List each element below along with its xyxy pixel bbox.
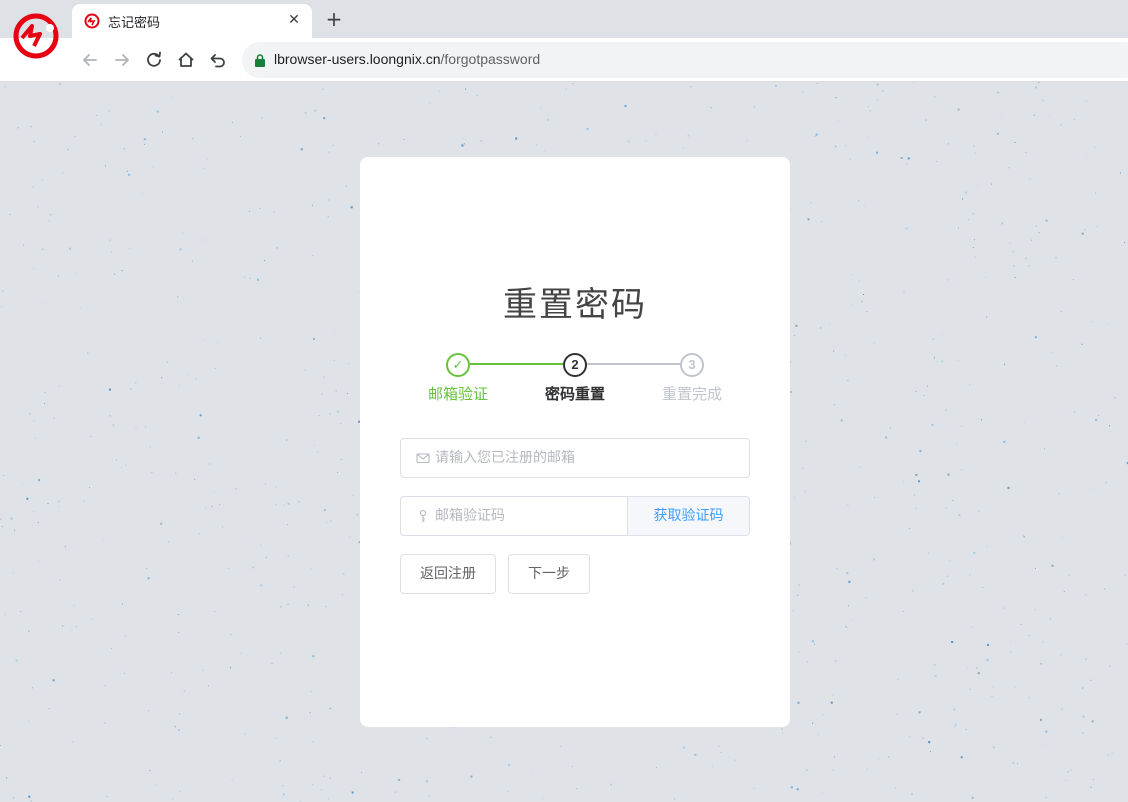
address-bar[interactable]: lbrowser-users.loongnix.cn/forgotpasswor… — [242, 42, 1128, 78]
url-text: lbrowser-users.loongnix.cn/forgotpasswor… — [274, 51, 540, 67]
step-connector — [586, 363, 686, 365]
page-title: 重置密码 — [503, 285, 647, 325]
tab-favicon-icon — [84, 13, 100, 29]
back-arrow-icon[interactable] — [79, 49, 101, 71]
url-host: lbrowser-users.loongnix.cn — [274, 51, 441, 67]
page-background: 重置密码 ✓ 邮箱验证 2 密码重置 3 重置完成 获取验证码 — [0, 82, 1128, 802]
step-label: 邮箱验证 — [427, 385, 488, 403]
new-tab-icon[interactable]: + — [324, 9, 344, 29]
browser-tab[interactable]: 忘记密码 ✕ — [72, 4, 312, 38]
steps-indicator: ✓ 邮箱验证 2 密码重置 3 重置完成 — [360, 347, 790, 407]
reload-icon[interactable] — [143, 49, 165, 71]
back-to-register-button[interactable]: 返回注册 — [400, 554, 496, 594]
browser-logo-icon — [12, 12, 60, 60]
tab-strip: 忘记密码 ✕ + — [0, 0, 1128, 38]
email-field — [400, 438, 750, 478]
step-done-check-icon: ✓ — [446, 353, 470, 377]
get-code-button[interactable]: 获取验证码 — [627, 497, 749, 535]
browser-toolbar: lbrowser-users.loongnix.cn/forgotpasswor… — [0, 38, 1128, 82]
mail-icon — [416, 453, 430, 464]
undo-icon[interactable] — [207, 49, 229, 71]
lock-icon — [255, 54, 265, 67]
key-icon — [419, 509, 427, 522]
forward-arrow-icon[interactable] — [111, 49, 133, 71]
url-path: /forgotpassword — [440, 51, 541, 67]
step-label: 重置完成 — [661, 385, 722, 403]
email-input[interactable] — [435, 439, 735, 477]
step-connector — [470, 363, 570, 365]
tab-title: 忘记密码 — [108, 16, 161, 31]
step-label: 密码重置 — [544, 385, 605, 403]
next-step-button[interactable]: 下一步 — [508, 554, 590, 594]
verification-code-field: 获取验证码 — [400, 496, 750, 536]
reset-password-card: 重置密码 ✓ 邮箱验证 2 密码重置 3 重置完成 获取验证码 — [360, 157, 790, 727]
step-number: 3 — [680, 353, 704, 377]
close-tab-icon[interactable]: ✕ — [286, 12, 302, 28]
home-icon[interactable] — [175, 49, 197, 71]
step-number: 2 — [563, 353, 587, 377]
code-input[interactable] — [435, 497, 620, 535]
